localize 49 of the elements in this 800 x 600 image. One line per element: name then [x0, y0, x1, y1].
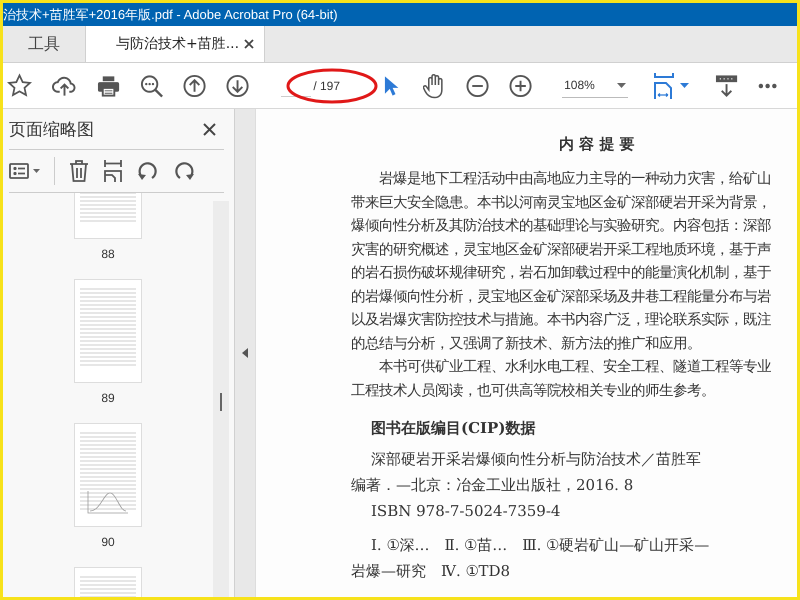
page-thumbnail[interactable] — [74, 279, 142, 383]
close-icon[interactable] — [203, 122, 216, 136]
window-title: 治技术+苗胜军+2016年版.pdf - Adobe Acrobat Pro (64-bit) — [3, 6, 338, 24]
caret-icon — [616, 82, 626, 88]
text-line: 工程技术人员阅读，也可供高等院校相关专业的师生参考。 — [351, 382, 716, 400]
panel-title: 页面缩略图 — [9, 118, 94, 140]
text-line: 的总结与分析，又强调了新技术、新方法的推广和应用。 — [351, 334, 702, 354]
text-line: Ⅰ. ①深… Ⅱ. ①苗… Ⅲ. ①硬岩矿山—矿山开采— — [370, 535, 710, 556]
page-thumbnail[interactable] — [74, 423, 142, 527]
caret-icon[interactable] — [33, 169, 40, 173]
text-line: 以及岩爆灾害防控技术与措施。本书内容广泛，理论联系实际，既注 — [351, 310, 772, 330]
zoom-out-icon[interactable] — [466, 74, 490, 98]
text-line: 爆倾向性分析及其防治技术的基础理论与实验研究。内容包括：深部 — [351, 216, 772, 236]
section-heading: 图书在版编目(CIP)数据 — [371, 419, 536, 438]
rotate-right-icon[interactable] — [173, 161, 195, 181]
page-number: 88 — [101, 247, 115, 261]
search-icon[interactable] — [140, 74, 164, 98]
print-icon[interactable] — [97, 74, 120, 96]
trash-icon[interactable] — [69, 160, 89, 182]
pointer-icon[interactable] — [383, 74, 399, 96]
collapse-arrow-icon[interactable] — [242, 348, 248, 358]
more-icon[interactable] — [758, 82, 777, 88]
page-number: 90 — [101, 535, 115, 549]
tab[interactable]: 工具 — [3, 26, 85, 62]
keyboard-down-icon[interactable] — [714, 74, 738, 98]
page-number: 89 — [101, 391, 115, 405]
list-options-icon[interactable] — [9, 163, 29, 179]
zoom-in-icon[interactable] — [509, 74, 532, 98]
caret-icon[interactable] — [680, 83, 689, 88]
extract-pages-icon[interactable] — [103, 160, 123, 182]
text-line: 的岩爆倾向性分析，灵宝地区金矿深部采场及井巷工程能量分布与岩 — [351, 288, 772, 306]
text-line: 岩爆—研究 Ⅳ. ①TD8 — [351, 561, 512, 582]
rotate-left-icon[interactable] — [137, 161, 159, 181]
scrollbar[interactable] — [213, 201, 229, 597]
text-line: 深部硬岩开采岩爆倾向性分析与防治技术／苗胜军 — [370, 449, 702, 470]
zoom-dropdown[interactable]: 108% — [562, 73, 628, 98]
text-line: 本书可供矿业工程、水利水电工程、安全工程、隧道工程等专业 — [378, 358, 772, 377]
text-line: 编著．—北京：冶金工业出版社，2016. 8 — [351, 475, 634, 496]
text-line: 灾害的研究概述，灵宝地区金矿深部硬岩开采工程地质环境，基于声 — [351, 240, 772, 260]
text-line: 带来巨大安全隐患。本书以河南灵宝地区金矿深部硬岩开采为背景， — [351, 194, 772, 212]
page-heading: 内 容 提 要 — [559, 135, 636, 154]
star-icon[interactable] — [7, 72, 32, 98]
text-line: ISBN 978-7-5024-7359-4 — [370, 501, 562, 522]
close-icon[interactable] — [244, 39, 254, 49]
tab[interactable]: 与防治技术+苗胜... — [85, 26, 265, 62]
fit-page-icon[interactable] — [654, 72, 674, 98]
page-total: / 197 — [313, 78, 340, 92]
text-line: 的岩石损伤破坏规律研究，岩石加卸载过程中的能量演化机制，基于 — [351, 264, 772, 283]
text-line: 岩爆是地下工程活动中由高地应力主导的一种动力灾害，给矿山 — [378, 170, 772, 189]
